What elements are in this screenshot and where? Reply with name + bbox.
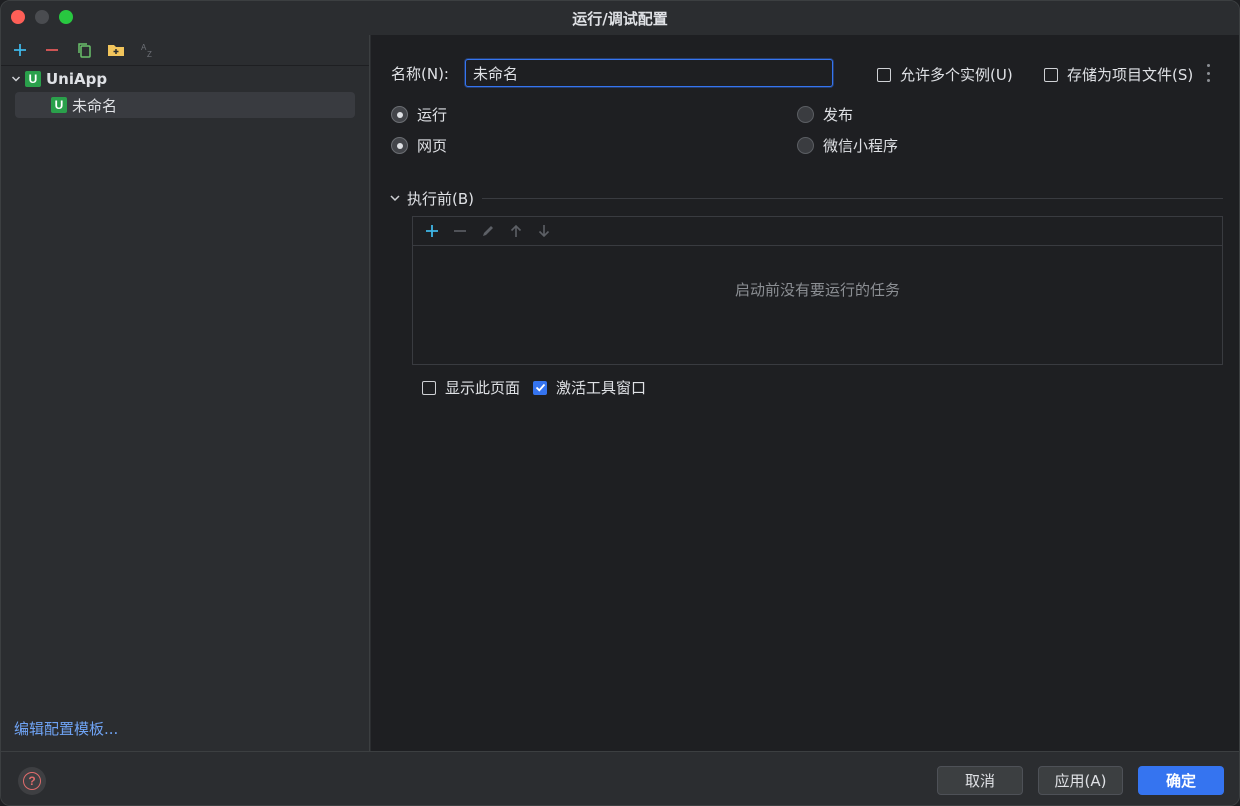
move-down-icon[interactable] [531, 220, 557, 242]
config-panel: 名称(N): 未命名 允许多个实例(U) 存储为项目文件(S) 运行 发布 网页… [371, 35, 1239, 751]
radio-wechat-mini-program[interactable]: 微信小程序 [797, 135, 898, 156]
chevron-down-icon[interactable] [7, 66, 25, 92]
checkbox-box[interactable] [1044, 67, 1058, 82]
radio-run[interactable]: 运行 [391, 104, 447, 125]
name-label: 名称(N): [391, 65, 449, 83]
checkbox-label: 存储为项目文件(S) [1067, 66, 1194, 84]
svg-text:Z: Z [147, 50, 152, 58]
ok-button[interactable]: 确定 [1138, 766, 1224, 795]
empty-task-message: 启动前没有要运行的任务 [734, 281, 900, 299]
radio-label: 网页 [417, 137, 448, 155]
run-debug-config-dialog: 运行/调试配置 AZ U UniApp U 未命名 编辑配置模板... 名称(N… [0, 0, 1240, 806]
radio-dot[interactable] [391, 106, 408, 123]
before-launch-section-header[interactable]: 执行前(B) [389, 187, 1223, 209]
add-icon[interactable] [419, 220, 445, 242]
radio-publish[interactable]: 发布 [797, 104, 853, 125]
checkbox-box[interactable] [422, 380, 436, 395]
radio-dot[interactable] [797, 137, 814, 154]
before-launch-task-list: 启动前没有要运行的任务 [412, 216, 1223, 365]
checkbox-label: 允许多个实例(U) [900, 66, 1013, 84]
checkbox-box[interactable] [877, 67, 891, 82]
radio-web[interactable]: 网页 [391, 135, 447, 156]
move-up-icon[interactable] [503, 220, 529, 242]
name-input[interactable]: 未命名 [465, 59, 833, 87]
checkbox-box[interactable] [533, 380, 547, 395]
add-icon[interactable] [7, 39, 33, 61]
tree-item-uniapp[interactable]: U UniApp [7, 66, 355, 92]
allow-multiple-instances-checkbox[interactable]: 允许多个实例(U) [877, 64, 1013, 85]
radio-dot[interactable] [797, 106, 814, 123]
radio-label: 发布 [823, 106, 854, 124]
cancel-button[interactable]: 取消 [937, 766, 1023, 795]
chevron-down-icon[interactable] [389, 192, 401, 204]
show-this-page-checkbox[interactable]: 显示此页面 [422, 377, 520, 398]
sidebar-toolbar: AZ [7, 39, 161, 61]
title-bar: 运行/调试配置 [1, 1, 1239, 35]
sort-az-icon[interactable]: AZ [135, 39, 161, 61]
remove-icon[interactable] [39, 39, 65, 61]
config-sidebar: AZ U UniApp U 未命名 编辑配置模板... [1, 35, 370, 751]
radio-dot[interactable] [391, 137, 408, 154]
help-button[interactable]: ? [18, 767, 46, 795]
apply-button[interactable]: 应用(A) [1038, 766, 1123, 795]
uniapp-icon: U [25, 71, 41, 87]
edit-icon[interactable] [475, 220, 501, 242]
section-divider [482, 197, 1223, 199]
more-options-icon[interactable] [1207, 64, 1211, 82]
window-title: 运行/调试配置 [572, 10, 668, 28]
copy-icon[interactable] [71, 39, 97, 61]
task-toolbar [413, 217, 1222, 246]
radio-label: 微信小程序 [823, 137, 899, 155]
section-title: 执行前(B) [407, 189, 474, 208]
checkbox-label: 显示此页面 [445, 379, 521, 397]
new-folder-icon[interactable] [103, 39, 129, 61]
checkmark-icon [535, 383, 545, 392]
uniapp-icon: U [51, 97, 67, 113]
tree-item-unnamed[interactable]: U 未命名 [15, 92, 355, 118]
store-as-project-file-checkbox[interactable]: 存储为项目文件(S) [1044, 64, 1193, 85]
tree-item-label: UniApp [46, 70, 108, 88]
help-icon: ? [23, 772, 41, 790]
edit-config-templates-link[interactable]: 编辑配置模板... [14, 718, 118, 739]
activate-tool-window-checkbox[interactable]: 激活工具窗口 [533, 377, 646, 398]
checkbox-label: 激活工具窗口 [556, 379, 647, 397]
remove-icon[interactable] [447, 220, 473, 242]
dialog-footer: ? 取消 应用(A) 确定 [1, 751, 1239, 805]
radio-label: 运行 [417, 106, 448, 124]
tree-item-label: 未命名 [72, 96, 118, 115]
